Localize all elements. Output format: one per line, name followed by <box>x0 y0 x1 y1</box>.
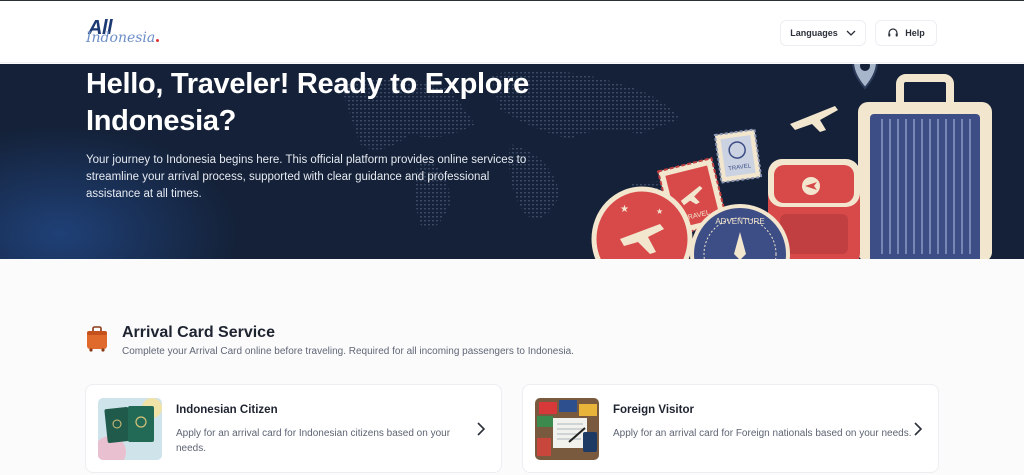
section-subtitle: Complete your Arrival Card online before… <box>122 346 574 357</box>
section-title: Arrival Card Service <box>122 324 275 341</box>
luggage-icon <box>87 326 107 352</box>
indonesian-citizen-card[interactable]: Indonesian Citizen Apply for an arrival … <box>85 384 502 473</box>
languages-label: Languages <box>790 28 838 38</box>
site-logo[interactable]: All Indonesia <box>86 17 166 49</box>
hero-description: Your journey to Indonesia begins here. T… <box>86 154 527 200</box>
logo-sub-text: Indonesia <box>86 30 159 46</box>
airplane-icon <box>790 106 838 132</box>
chevron-down-icon <box>846 30 856 36</box>
hero-banner: Hello, Traveler! Ready to Explore Indone… <box>0 64 1024 259</box>
headset-icon <box>888 28 898 37</box>
svg-text:★: ★ <box>620 204 629 215</box>
chevron-right-icon[interactable] <box>475 421 487 437</box>
chevron-right-icon[interactable] <box>912 421 924 437</box>
passport-thumbnail <box>98 398 162 460</box>
help-label: Help <box>905 28 925 38</box>
suitcase-icon <box>858 74 992 259</box>
travel-documents-thumbnail <box>535 398 599 460</box>
card-title: Foreign Visitor <box>613 404 694 416</box>
location-pin-icon <box>852 64 878 90</box>
svg-text:★: ★ <box>656 207 663 216</box>
arrival-card-section-header: Arrival Card Service Complete your Arriv… <box>86 322 786 362</box>
card-description: Apply for an arrival card for Foreign na… <box>613 428 912 439</box>
help-button[interactable]: Help <box>875 20 937 46</box>
site-header: All Indonesia Languages Help <box>0 1 1024 63</box>
foreign-visitor-card[interactable]: Foreign Visitor Apply for an arrival car… <box>522 384 939 473</box>
hero-title: Hello, Traveler! Ready to Explore Indone… <box>86 68 529 137</box>
travel-illustration: TRAVEL TRAVEL ★ ★ ADVENTURE <box>591 64 992 259</box>
card-description: Apply for an arrival card for Indonesian… <box>176 428 451 454</box>
svg-text:ADVENTURE: ADVENTURE <box>715 217 764 226</box>
travel-stamp-small: TRAVEL <box>713 128 763 184</box>
card-title: Indonesian Citizen <box>176 404 278 416</box>
languages-button[interactable]: Languages <box>780 20 866 46</box>
